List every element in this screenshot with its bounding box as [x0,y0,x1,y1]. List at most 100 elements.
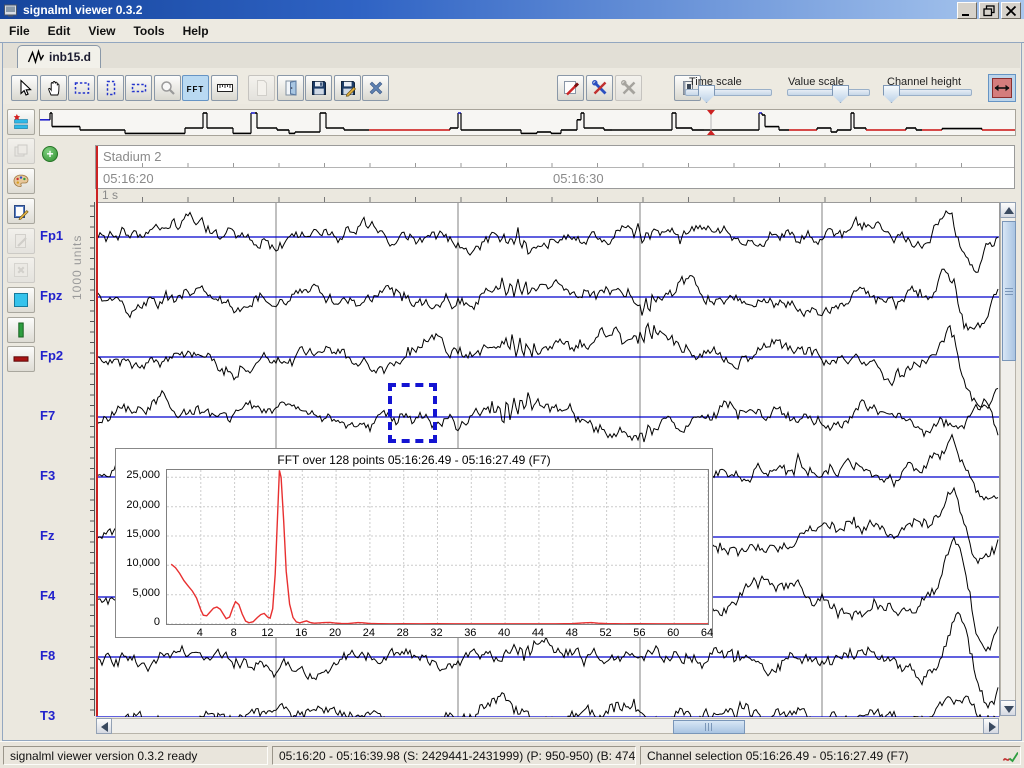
time-label-mid: 05:16:30 [553,171,604,186]
time-label-start: 05:16:20 [103,171,154,186]
time-scale-slider-thumb[interactable] [698,85,715,103]
status-bar: signalml viewer version 0.3.2 ready 05:1… [0,741,1024,768]
blank-page-icon [253,79,271,97]
ruler-icon [216,79,234,97]
close-x-icon [367,79,385,97]
fft-popup-window: FFT over 128 points 05:16:26.49 - 05:16:… [115,448,713,638]
status-page-info: 05:16:20 - 05:16:39.98 (S: 2429441-24319… [272,746,636,765]
app-icon [3,2,19,17]
title-bar: signalml viewer 0.3.2 [0,0,1024,19]
signal-trace-T3 [96,693,998,717]
value-ruler [87,202,96,716]
fft-x-tick-label: 36 [457,627,483,639]
zoom-tool-button[interactable] [154,75,181,101]
signal-tools-button[interactable] [586,75,613,101]
time-row: 05:16:20 05:16:30 [96,168,1014,190]
fft-y-tick-label: 0 [116,616,160,628]
scroll-left-button[interactable] [96,718,112,734]
fft-y-tick-label: 25,000 [116,469,160,481]
vertical-scrollbar[interactable] [1000,202,1016,716]
fft-x-tick-label: 4 [187,627,213,639]
fft-x-tick-label: 64 [694,627,720,639]
cyan-square-icon [12,291,30,309]
value-scale-slider-thumb[interactable] [832,85,849,103]
edit-signal-parameters-button[interactable] [557,75,584,101]
delete-x-icon [12,261,30,279]
edit-annotations-button[interactable] [7,198,35,224]
scroll-up-button[interactable] [1000,202,1016,218]
add-tag-button[interactable]: + [42,146,58,162]
fft-x-tick-label: 8 [221,627,247,639]
fft-y-tick-label: 15,000 [116,528,160,540]
save-document-button[interactable] [305,75,332,101]
value-scale-slider[interactable] [787,89,870,96]
column-select-tool-button[interactable] [97,75,124,101]
tab-label: inb15.d [49,50,91,64]
column-select-icon [102,79,120,97]
application-window: signalml viewer 0.3.2 FileEditViewToolsH… [0,0,1024,768]
menu-bar: FileEditViewToolsHelp [0,19,1024,43]
open-document-button[interactable] [277,75,304,101]
channel-label-F3[interactable]: F3 [40,468,86,483]
close-document-button[interactable] [362,75,389,101]
channel-label-F8[interactable]: F8 [40,648,86,663]
fit-channel-height-button[interactable] [988,74,1016,102]
channel-label-F7[interactable]: F7 [40,408,86,423]
horizontal-scrollbar[interactable] [96,718,999,734]
rect-select-icon [73,79,91,97]
save-document-as-button[interactable] [334,75,361,101]
channel-label-Fp1[interactable]: Fp1 [40,228,86,243]
menu-edit[interactable]: Edit [39,21,80,41]
channel-label-Fz[interactable]: Fz [40,528,86,543]
recording-overview-hypnogram[interactable] [39,109,1016,136]
marker-cyan-button[interactable] [7,287,35,313]
montage-button[interactable] [7,109,35,135]
menu-tools[interactable]: Tools [124,21,173,41]
status-message: signalml viewer version 0.3.2 ready [3,746,268,765]
edit-page-button [7,228,35,254]
tab-inb15d[interactable]: inb15.d [17,45,101,68]
scroll-down-button[interactable] [1000,700,1016,716]
channel-label-Fpz[interactable]: Fpz [40,288,86,303]
slider-label-time-scale: Time scale [689,76,742,88]
pointer-tool-button[interactable] [11,75,38,101]
row-select-tool-button[interactable] [125,75,152,101]
fft-tool-button[interactable]: FFT [182,75,209,101]
channel-label-T3[interactable]: T3 [40,708,86,723]
fft-title: FFT over 128 points 05:16:26.49 - 05:16:… [116,453,712,467]
menu-view[interactable]: View [79,21,124,41]
colors-button[interactable] [7,168,35,194]
horizontal-scroll-thumb[interactable] [673,720,745,734]
montage-icon [12,113,30,131]
fft-y-tick-label: 5,000 [116,587,160,599]
marker-red-button[interactable] [7,346,35,372]
menu-help[interactable]: Help [174,21,218,41]
marker-green-button[interactable] [7,317,35,343]
minimize-button[interactable] [957,2,977,19]
channel-label-Fp2[interactable]: Fp2 [40,348,86,363]
window-controls [957,2,1021,19]
signal-status-icon [1002,749,1018,765]
channel-label-F4[interactable]: F4 [40,588,86,603]
fft-plot [166,469,709,625]
channel-selection-box[interactable] [388,383,437,443]
menu-file[interactable]: File [0,21,39,41]
signal-trace-Fp2 [96,324,998,409]
fft-y-tick-label: 20,000 [116,499,160,511]
arrow-tool-icon [16,79,34,97]
signal-trace-Fp1 [96,211,998,272]
save-icon [310,79,328,97]
restore-button[interactable] [979,2,999,19]
rect-select-tool-button[interactable] [68,75,95,101]
tools-cross-icon [620,79,638,97]
fft-icon: FFT [187,79,205,97]
scroll-right-button[interactable] [983,718,999,734]
page-header: Stadium 2 05:16:20 05:16:30 [95,145,1015,189]
measure-tool-button[interactable] [211,75,238,101]
pan-tool-button[interactable] [40,75,67,101]
channel-height-slider-thumb[interactable] [883,85,900,103]
close-button[interactable] [1001,2,1021,19]
pages-icon [12,142,30,160]
vertical-scroll-thumb[interactable] [1002,221,1016,361]
signal-wave-icon [27,49,45,65]
